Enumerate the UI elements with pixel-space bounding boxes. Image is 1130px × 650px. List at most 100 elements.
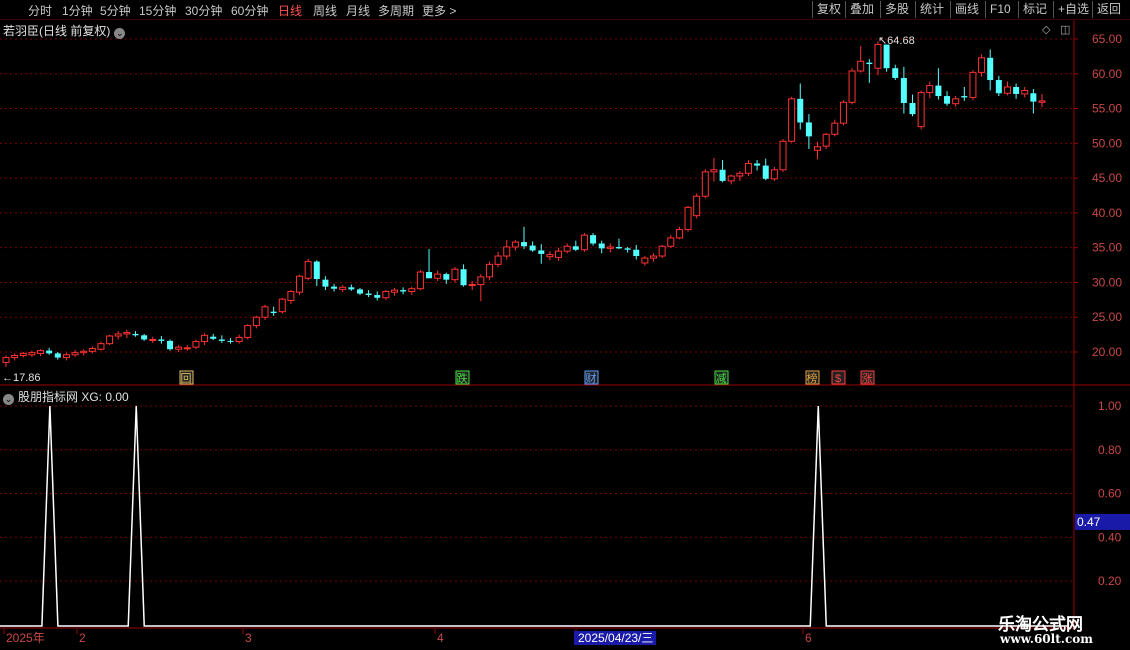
candle-body <box>727 175 735 182</box>
candle-body <box>987 57 994 81</box>
event-marker-text: 涨 <box>862 372 873 385</box>
candle-body <box>210 336 217 339</box>
candle-body <box>909 102 916 115</box>
price-tick-label: 30.00 <box>1092 275 1122 289</box>
mark-button[interactable]: 标记 <box>1018 1 1051 18</box>
candle-body <box>805 122 812 137</box>
candle-body <box>822 133 830 147</box>
low-price-label: ←17.86 <box>2 372 41 384</box>
period-15min[interactable]: 15分钟 <box>139 2 176 19</box>
f10-button[interactable]: F10 <box>985 1 1015 18</box>
candle-body <box>546 254 554 258</box>
candle-body <box>892 68 899 78</box>
period-fenshi[interactable]: 分时 <box>28 2 52 19</box>
candle-body <box>434 273 442 279</box>
period-30min[interactable]: 30分钟 <box>185 2 222 19</box>
candle-body <box>365 293 372 295</box>
candle-body <box>658 245 666 257</box>
overlay-button[interactable]: 叠加 <box>845 1 878 18</box>
event-marker-text: 榜 <box>807 371 818 385</box>
candle-body <box>572 246 579 250</box>
candle-body <box>192 341 200 348</box>
candle-body <box>106 335 114 345</box>
candle-body <box>28 352 36 356</box>
indicator-tick-label: 1.00 <box>1098 399 1122 413</box>
period-5min[interactable]: 5分钟 <box>100 2 131 19</box>
candle-body <box>468 284 476 287</box>
period-more[interactable]: 更多 > <box>422 2 456 19</box>
candle-body <box>641 257 649 264</box>
candle-body <box>339 286 347 290</box>
panel-toggle-icon[interactable]: ◫ <box>1060 23 1070 36</box>
period-multi[interactable]: 多周期 <box>378 2 414 19</box>
price-tick-label: 45.00 <box>1092 171 1122 185</box>
period-weekly[interactable]: 周线 <box>313 2 337 19</box>
multi-stock-button[interactable]: 多股 <box>880 1 913 18</box>
back-button[interactable]: 返回 <box>1092 1 1125 18</box>
candle-body <box>969 71 977 98</box>
period-toolbar: 分时 1分钟 5分钟 15分钟 30分钟 60分钟 日线 周线 月线 多周期 更… <box>0 0 1130 20</box>
diamond-icon[interactable]: ◇ <box>1042 23 1050 36</box>
candle-body <box>2 357 10 363</box>
candle-body <box>978 57 986 73</box>
price-tick-label: 65.00 <box>1092 32 1122 46</box>
candle-body <box>416 271 424 290</box>
candle-body <box>944 96 951 104</box>
candle-body <box>19 352 27 356</box>
indicator-tick-label: 0.80 <box>1098 443 1122 457</box>
period-monthly[interactable]: 月线 <box>346 2 370 19</box>
candle-body <box>322 279 329 287</box>
event-marker-text: 跌 <box>457 371 468 385</box>
event-marker-text: $ <box>835 373 841 385</box>
draw-button[interactable]: 画线 <box>950 1 983 18</box>
candle-body <box>313 261 320 279</box>
candle-body <box>710 169 718 173</box>
adjust-button[interactable]: 复权 <box>812 1 845 18</box>
candle-body <box>866 62 873 65</box>
add-watchlist-button[interactable]: +自选 <box>1053 1 1093 18</box>
candle-body <box>304 261 312 279</box>
candle-body <box>831 122 839 135</box>
candle-body <box>149 338 157 341</box>
candle-body <box>158 339 165 341</box>
candle-body <box>132 333 139 336</box>
candle-body <box>227 340 234 342</box>
kline-chart[interactable]: 65.00 60.00 55.00 50.00 45.00 40.00 35.00 30.00… <box>0 20 1130 650</box>
candle-body <box>391 289 398 293</box>
candle-body <box>270 311 277 314</box>
stats-button[interactable]: 统计 <box>915 1 948 18</box>
candle-body <box>331 286 338 289</box>
candle-body <box>744 163 752 174</box>
candle-body <box>624 248 631 250</box>
candle-body <box>961 96 968 98</box>
candle-body <box>71 352 79 356</box>
candle-body <box>684 206 692 231</box>
candle-body <box>374 294 381 298</box>
candle-body <box>80 350 88 354</box>
candle-body <box>201 334 209 343</box>
candle-body <box>667 237 675 247</box>
watermark-url: www.60lt.com <box>1000 632 1093 646</box>
price-tick-label: 35.00 <box>1092 241 1122 255</box>
price-tick-label: 55.00 <box>1092 102 1122 116</box>
candle-body <box>857 60 865 72</box>
candle-body <box>400 290 407 292</box>
chevron-down-icon[interactable]: ⌄ <box>114 28 126 39</box>
chevron-down-icon[interactable]: ⌄ <box>3 394 14 405</box>
candle-body <box>555 250 563 258</box>
candle-body <box>235 336 243 343</box>
candle-body <box>296 275 304 293</box>
period-1min[interactable]: 1分钟 <box>62 2 93 19</box>
candle-body <box>114 333 122 337</box>
period-daily[interactable]: 日线 <box>278 2 302 19</box>
date-tick-label: 3 <box>245 631 252 645</box>
period-60min[interactable]: 60分钟 <box>231 2 268 19</box>
candle-body <box>788 98 796 142</box>
candle-body <box>485 263 493 278</box>
indicator-value-label: 0.47 <box>1077 515 1101 529</box>
candle-body <box>11 354 19 359</box>
price-tick-label: 20.00 <box>1092 345 1122 359</box>
candle-body <box>839 101 847 124</box>
candle-body <box>926 85 934 94</box>
date-tick-label: 2025年 <box>6 631 45 645</box>
